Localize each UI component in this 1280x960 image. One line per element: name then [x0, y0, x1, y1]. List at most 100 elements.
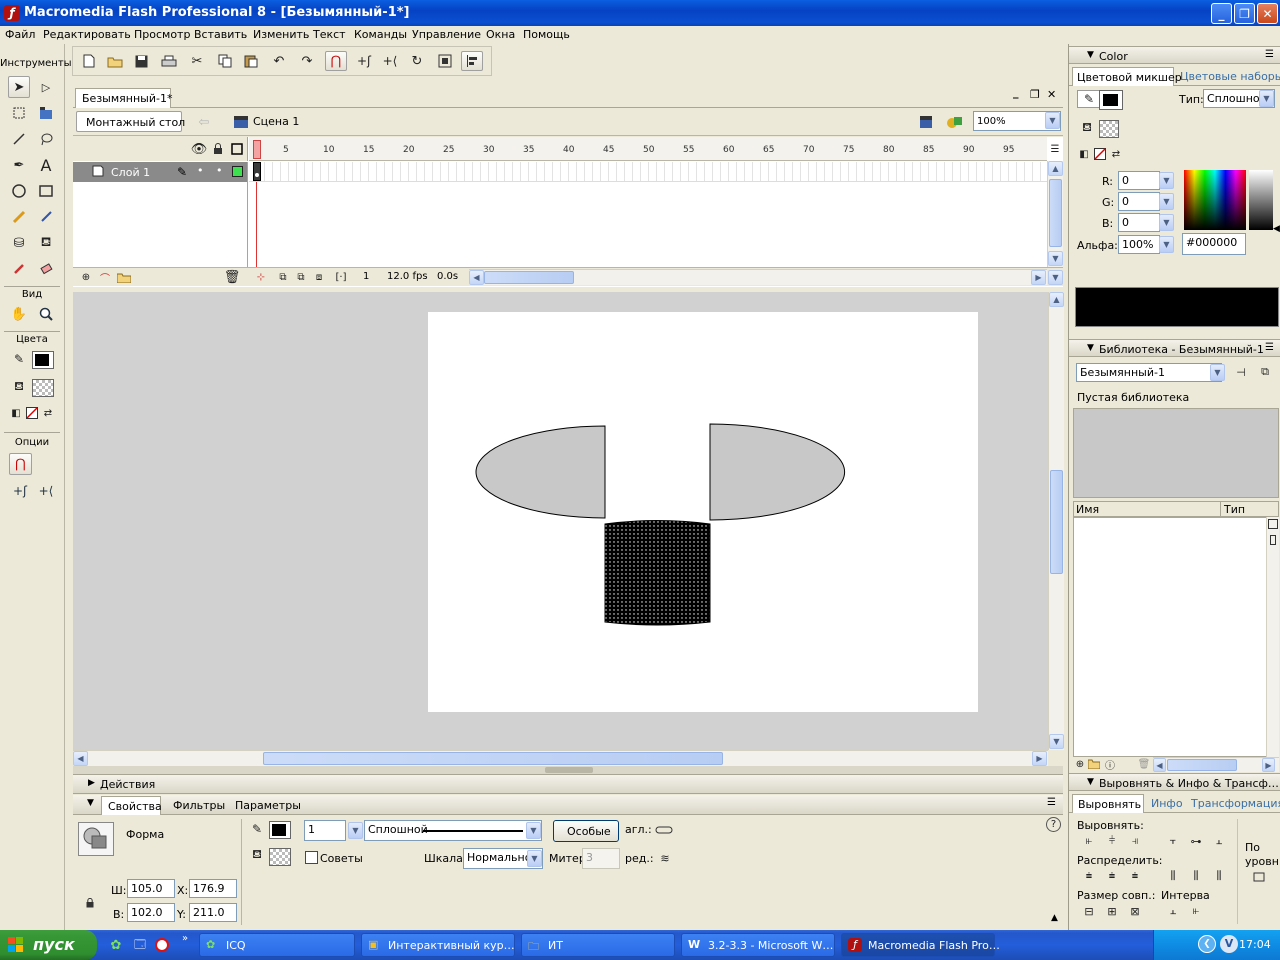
mixer-stroke-pencil-icon[interactable]: ✎ — [1077, 90, 1101, 108]
new-folder-icon[interactable] — [1087, 757, 1101, 771]
mixer-stroke-swatch[interactable] — [1099, 90, 1123, 110]
menu-insert[interactable]: Вставить — [194, 28, 247, 41]
tab-info[interactable]: Инфо — [1151, 797, 1183, 810]
center-frame-icon[interactable]: ⊹ — [253, 270, 269, 284]
space-vertical-icon[interactable]: ⫠ — [1165, 904, 1181, 918]
close-button[interactable]: ✕ — [1257, 3, 1278, 24]
tab-transform[interactable]: Трансформация — [1191, 797, 1280, 810]
tab-color-mixer[interactable]: Цветовой микшер — [1072, 67, 1182, 86]
scroll-left-button[interactable]: ◀ — [1153, 758, 1166, 772]
dotted-rectangle-shape[interactable] — [604, 520, 711, 626]
title-bar[interactable]: ƒ Macromedia Flash Professional 8 - [Без… — [0, 0, 1280, 26]
brush-tool-icon[interactable] — [35, 206, 57, 228]
lock-icon[interactable] — [210, 141, 226, 157]
match-both-icon[interactable]: ⊠ — [1127, 904, 1143, 918]
antivirus-tray-icon[interactable]: V — [1220, 935, 1238, 953]
menu-file[interactable]: Файл — [5, 28, 35, 41]
smooth-option-icon[interactable]: +ʃ — [9, 481, 31, 501]
timeline-toggle-button[interactable]: Монтажный стол — [76, 111, 185, 132]
library-selector-dropdown[interactable]: ▼ — [1210, 364, 1225, 381]
menu-control[interactable]: Управление — [412, 28, 481, 41]
tab-color-swatches[interactable]: Цветовые наборы — [1180, 70, 1280, 83]
align-vcenter-icon[interactable]: ⊶ — [1188, 834, 1204, 848]
outline-icon[interactable] — [229, 141, 245, 157]
menu-window[interactable]: Окна — [486, 28, 515, 41]
align-toggle-icon[interactable] — [461, 51, 483, 71]
stroke-style-select[interactable]: Сплошной — [364, 820, 542, 841]
scene-label[interactable]: Сцена 1 — [253, 115, 299, 128]
new-document-icon[interactable] — [81, 53, 97, 69]
redo-icon[interactable]: ↷ — [299, 53, 315, 69]
actions-panel-header[interactable]: ▶ Действия — [73, 774, 1063, 794]
color-panel-header[interactable]: ▼ Color ☰ — [1069, 46, 1280, 64]
menu-view[interactable]: Просмотр — [134, 28, 190, 41]
quicklaunch-more-icon[interactable]: » — [182, 933, 188, 944]
brightness-pointer-icon[interactable]: ◀ — [1273, 224, 1280, 234]
scroll-left-button[interactable]: ◀ — [469, 270, 484, 285]
layer-outline-color[interactable] — [232, 166, 243, 177]
scroll-up-button[interactable]: ▲ — [1048, 161, 1063, 176]
frame-rate[interactable]: 12.0 fps — [387, 271, 428, 282]
start-button[interactable]: пуск — [0, 930, 97, 960]
library-selector[interactable]: Безымянный-1 — [1076, 363, 1222, 382]
scroll-down-button[interactable]: ▼ — [1049, 734, 1064, 749]
stroke-style-dropdown[interactable]: ▼ — [526, 822, 541, 839]
r-field[interactable]: 0 — [1118, 171, 1160, 190]
stage-vscroll[interactable]: ▲ ▼ — [1048, 292, 1064, 750]
library-col-type[interactable]: Тип — [1224, 503, 1245, 516]
x-field[interactable]: 176.9 — [189, 879, 237, 898]
menu-commands[interactable]: Команды — [354, 28, 407, 41]
layer-frames[interactable] — [249, 162, 1047, 182]
scroll-up-button[interactable]: ▲ — [1049, 292, 1064, 307]
help-icon[interactable]: ? — [1046, 817, 1061, 832]
scroll-right-button[interactable]: ▶ — [1031, 270, 1046, 285]
line-tool-icon[interactable] — [8, 128, 30, 150]
task-flash[interactable]: ƒ Macromedia Flash Pro… — [841, 933, 1000, 957]
library-col-name[interactable]: Имя — [1076, 503, 1099, 516]
scroll-right-button[interactable]: ▶ — [1262, 758, 1275, 772]
layer-visible-dot[interactable]: • — [197, 164, 204, 177]
oval-tool-icon[interactable] — [8, 180, 30, 202]
hand-tool-icon[interactable]: ✋ — [8, 303, 30, 325]
swap-colors-icon[interactable]: ⇄ — [41, 406, 55, 420]
g-field[interactable]: 0 — [1118, 192, 1160, 211]
keyframe[interactable] — [253, 162, 261, 181]
eraser-tool-icon[interactable] — [35, 258, 57, 280]
layer-row[interactable]: Слой 1 ✎ • • — [73, 162, 248, 182]
subselection-tool-icon[interactable]: ▷ — [35, 76, 57, 98]
to-stage-icon[interactable] — [1251, 870, 1267, 884]
rotate-icon[interactable]: ↻ — [409, 53, 425, 69]
align-left-icon[interactable]: ⫦ — [1081, 834, 1097, 848]
constrain-lock-icon[interactable] — [83, 896, 97, 910]
doc-close-button[interactable]: ✕ — [1047, 88, 1056, 101]
space-horizontal-icon[interactable]: ⫦ — [1188, 904, 1204, 918]
mixer-default-colors-icon[interactable]: ◧ — [1077, 147, 1091, 161]
timeline-vscroll[interactable]: ▲ ▼ — [1047, 161, 1063, 267]
maximize-button[interactable]: ❐ — [1234, 3, 1255, 24]
no-color-icon[interactable] — [25, 406, 39, 420]
b-dropdown[interactable]: ▼ — [1159, 214, 1174, 231]
width-field[interactable]: 105.0 — [127, 879, 175, 898]
fill-color-swatch[interactable] — [32, 379, 54, 397]
scale-dropdown[interactable]: ▼ — [527, 850, 542, 867]
library-hscroll[interactable]: ◀ ▶ — [1153, 757, 1279, 772]
color-type-dropdown[interactable]: ▼ — [1259, 90, 1274, 107]
document-tab[interactable]: Безымянный-1* — [75, 88, 172, 108]
tab-align[interactable]: Выровнять — [1072, 794, 1144, 813]
hex-field[interactable]: #000000 — [1182, 233, 1246, 255]
opera-quicklaunch-icon[interactable] — [153, 936, 171, 954]
menu-modify[interactable]: Изменить — [253, 28, 309, 41]
ellipse-shape[interactable] — [475, 423, 846, 521]
insert-layer-icon[interactable]: ⊕ — [78, 270, 94, 284]
distribute-left-icon[interactable]: ⫼ — [1165, 869, 1181, 883]
align-top-icon[interactable]: ⫟ — [1165, 834, 1181, 848]
doc-minimize-button[interactable]: _ — [1013, 86, 1019, 99]
distribute-vcenter-icon[interactable]: ⩧ — [1104, 869, 1120, 883]
scale-icon[interactable] — [437, 53, 453, 69]
icq-quicklaunch-icon[interactable]: ✿ — [107, 936, 125, 954]
panel-menu-icon[interactable]: ☰ — [1265, 342, 1274, 353]
custom-stroke-button[interactable]: Особые — [553, 820, 619, 842]
join-style-icon[interactable]: ≋ — [653, 850, 677, 866]
task-course[interactable]: ▣ Интерактивный кур… — [361, 933, 515, 957]
snap-magnet-icon[interactable]: ⋂ — [325, 51, 347, 71]
